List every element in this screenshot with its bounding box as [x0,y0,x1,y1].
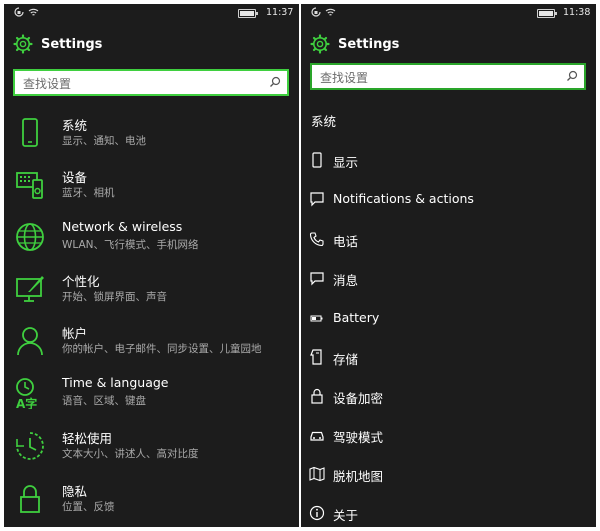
category-accounts[interactable]: 帐户 你的帐户、电子邮件、同步设置、儿童园地 [14,322,294,370]
notification-icon [310,192,324,207]
storage-icon [310,349,322,365]
category-system[interactable]: 系统 显示、通知、电池 [14,114,294,162]
gear-icon [13,34,33,54]
menu-item-display[interactable]: 显示 [309,148,589,174]
search-icon[interactable] [269,76,281,88]
category-label: 设备 [62,170,88,185]
wifi-icon [325,8,336,16]
devices-icon [16,172,43,199]
lock-icon [20,485,40,513]
settings-home-screen: 11:37 Settings 查找设置 系统 显示、通知、电池 设备 蓝牙、相机 [4,4,299,527]
status-bar: 11:38 [301,4,596,24]
menu-item-driving-mode[interactable]: 驾驶模式 [309,423,589,449]
category-subtitle: 显示、通知、电池 [62,135,146,147]
wifi-icon [28,8,39,16]
info-icon [309,505,325,521]
category-label: Time & language [62,375,169,390]
map-icon [309,466,325,482]
category-subtitle: 文本大小、讲述人、高对比度 [62,448,199,460]
battery-icon [310,315,323,322]
category-network-wireless[interactable]: Network & wireless WLAN、飞行模式、手机网络 [14,218,294,266]
personalization-icon [16,276,44,302]
status-bar: 11:37 [4,4,299,24]
search-placeholder: 查找设置 [320,71,369,85]
category-subtitle: 开始、锁屏界面、声音 [62,291,167,303]
menu-item-about[interactable]: 关于 [309,501,589,527]
search-input[interactable]: 查找设置 [13,69,289,96]
battery-indicator [537,9,557,18]
category-label: 帐户 [62,326,88,341]
search-placeholder: 查找设置 [23,77,72,91]
category-label: 个性化 [62,274,100,289]
category-label: 轻松使用 [62,431,113,446]
category-label: 系统 [62,118,88,133]
category-time-language[interactable]: A字 Time & language 语音、区域、键盘 [14,374,294,422]
svg-text:A字: A字 [16,396,37,409]
battery-indicator [238,9,258,18]
rotation-lock-icon [311,7,321,17]
menu-item-storage[interactable]: 存储 [309,345,589,371]
category-subtitle: 位置、反馈 [62,501,115,513]
category-subtitle: 语音、区域、键盘 [62,395,146,407]
car-icon [310,431,324,441]
rotation-lock-icon [14,7,24,17]
menu-item-offline-maps[interactable]: 脱机地图 [309,462,589,488]
message-icon [310,272,324,286]
status-time: 11:37 [266,7,294,18]
menu-item-device-encryption[interactable]: 设备加密 [309,384,589,410]
category-label: 隐私 [62,484,88,499]
phone-call-icon [309,232,324,247]
category-ease-of-access[interactable]: 轻松使用 文本大小、讲述人、高对比度 [14,427,294,475]
category-label: Network & wireless [62,219,183,234]
category-subtitle: 蓝牙、相机 [62,187,115,199]
settings-header: Settings [13,33,102,55]
menu-item-messaging[interactable]: 消息 [309,266,589,292]
settings-system-screen: 11:38 Settings 查找设置 系统 显示 Notifications … [301,4,596,527]
globe-icon [16,223,44,251]
category-devices[interactable]: 设备 蓝牙、相机 [14,166,294,214]
menu-item-phone[interactable]: 电话 [309,227,589,253]
time-language-icon: A字 [16,378,37,409]
display-icon [312,152,322,168]
category-privacy[interactable]: 隐私 位置、反馈 [14,480,294,527]
person-icon [17,327,43,356]
phone-icon [22,118,38,147]
lock-icon [311,388,323,404]
menu-item-notifications[interactable]: Notifications & actions [309,187,589,213]
search-icon[interactable] [566,70,578,82]
menu-item-battery[interactable]: Battery [309,306,589,332]
category-personalization[interactable]: 个性化 开始、锁屏界面、声音 [14,270,294,318]
category-subtitle: WLAN、飞行模式、手机网络 [62,239,199,251]
category-subtitle: 你的帐户、电子邮件、同步设置、儿童园地 [62,343,262,355]
page-title: Settings [338,36,400,52]
search-input[interactable]: 查找设置 [310,63,586,90]
section-title: 系统 [311,114,337,129]
settings-header: Settings [310,33,399,55]
page-title: Settings [41,36,103,52]
status-time: 11:38 [563,7,591,18]
ease-of-access-icon [16,432,44,460]
gear-icon [310,34,330,54]
